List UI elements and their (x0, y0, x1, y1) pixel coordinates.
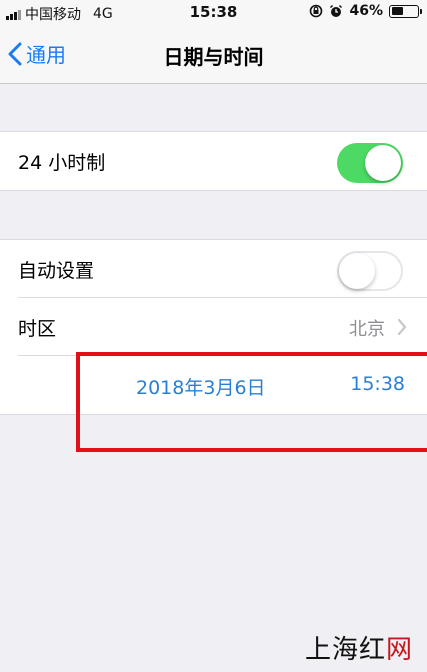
status-right: 46% (309, 3, 422, 19)
toggle-knob (365, 145, 401, 181)
timezone-row[interactable]: 时区 北京 (0, 298, 427, 356)
navigation-bar: 通用 日期与时间 (0, 26, 427, 84)
hour24-label: 24 小时制 (18, 152, 106, 174)
watermark-suffix: 网 (385, 635, 413, 665)
orientation-lock-icon (310, 4, 323, 18)
battery-icon (389, 4, 422, 18)
timezone-value: 北京 (349, 319, 385, 340)
page-title: 日期与时间 (163, 45, 264, 69)
auto-set-toggle[interactable] (337, 251, 403, 291)
alarm-icon (330, 4, 343, 17)
hour-format-group: 24 小时制 (0, 131, 427, 191)
timezone-label: 时区 (18, 318, 57, 340)
auto-set-label: 自动设置 (18, 260, 95, 282)
chevron-right-icon (397, 318, 407, 336)
toggle-knob (339, 253, 375, 289)
hour24-toggle[interactable] (337, 143, 403, 183)
battery-percent: 46% (349, 3, 383, 19)
highlight-box (76, 352, 427, 452)
hour24-row: 24 小时制 (0, 132, 427, 190)
battery-fill (391, 7, 403, 15)
auto-set-row: 自动设置 (0, 240, 427, 298)
watermark: 上海红网 (305, 629, 413, 666)
status-bar: 中国移动 4G 15:38 46% (0, 0, 427, 26)
watermark-prefix: 上海红 (304, 635, 386, 665)
